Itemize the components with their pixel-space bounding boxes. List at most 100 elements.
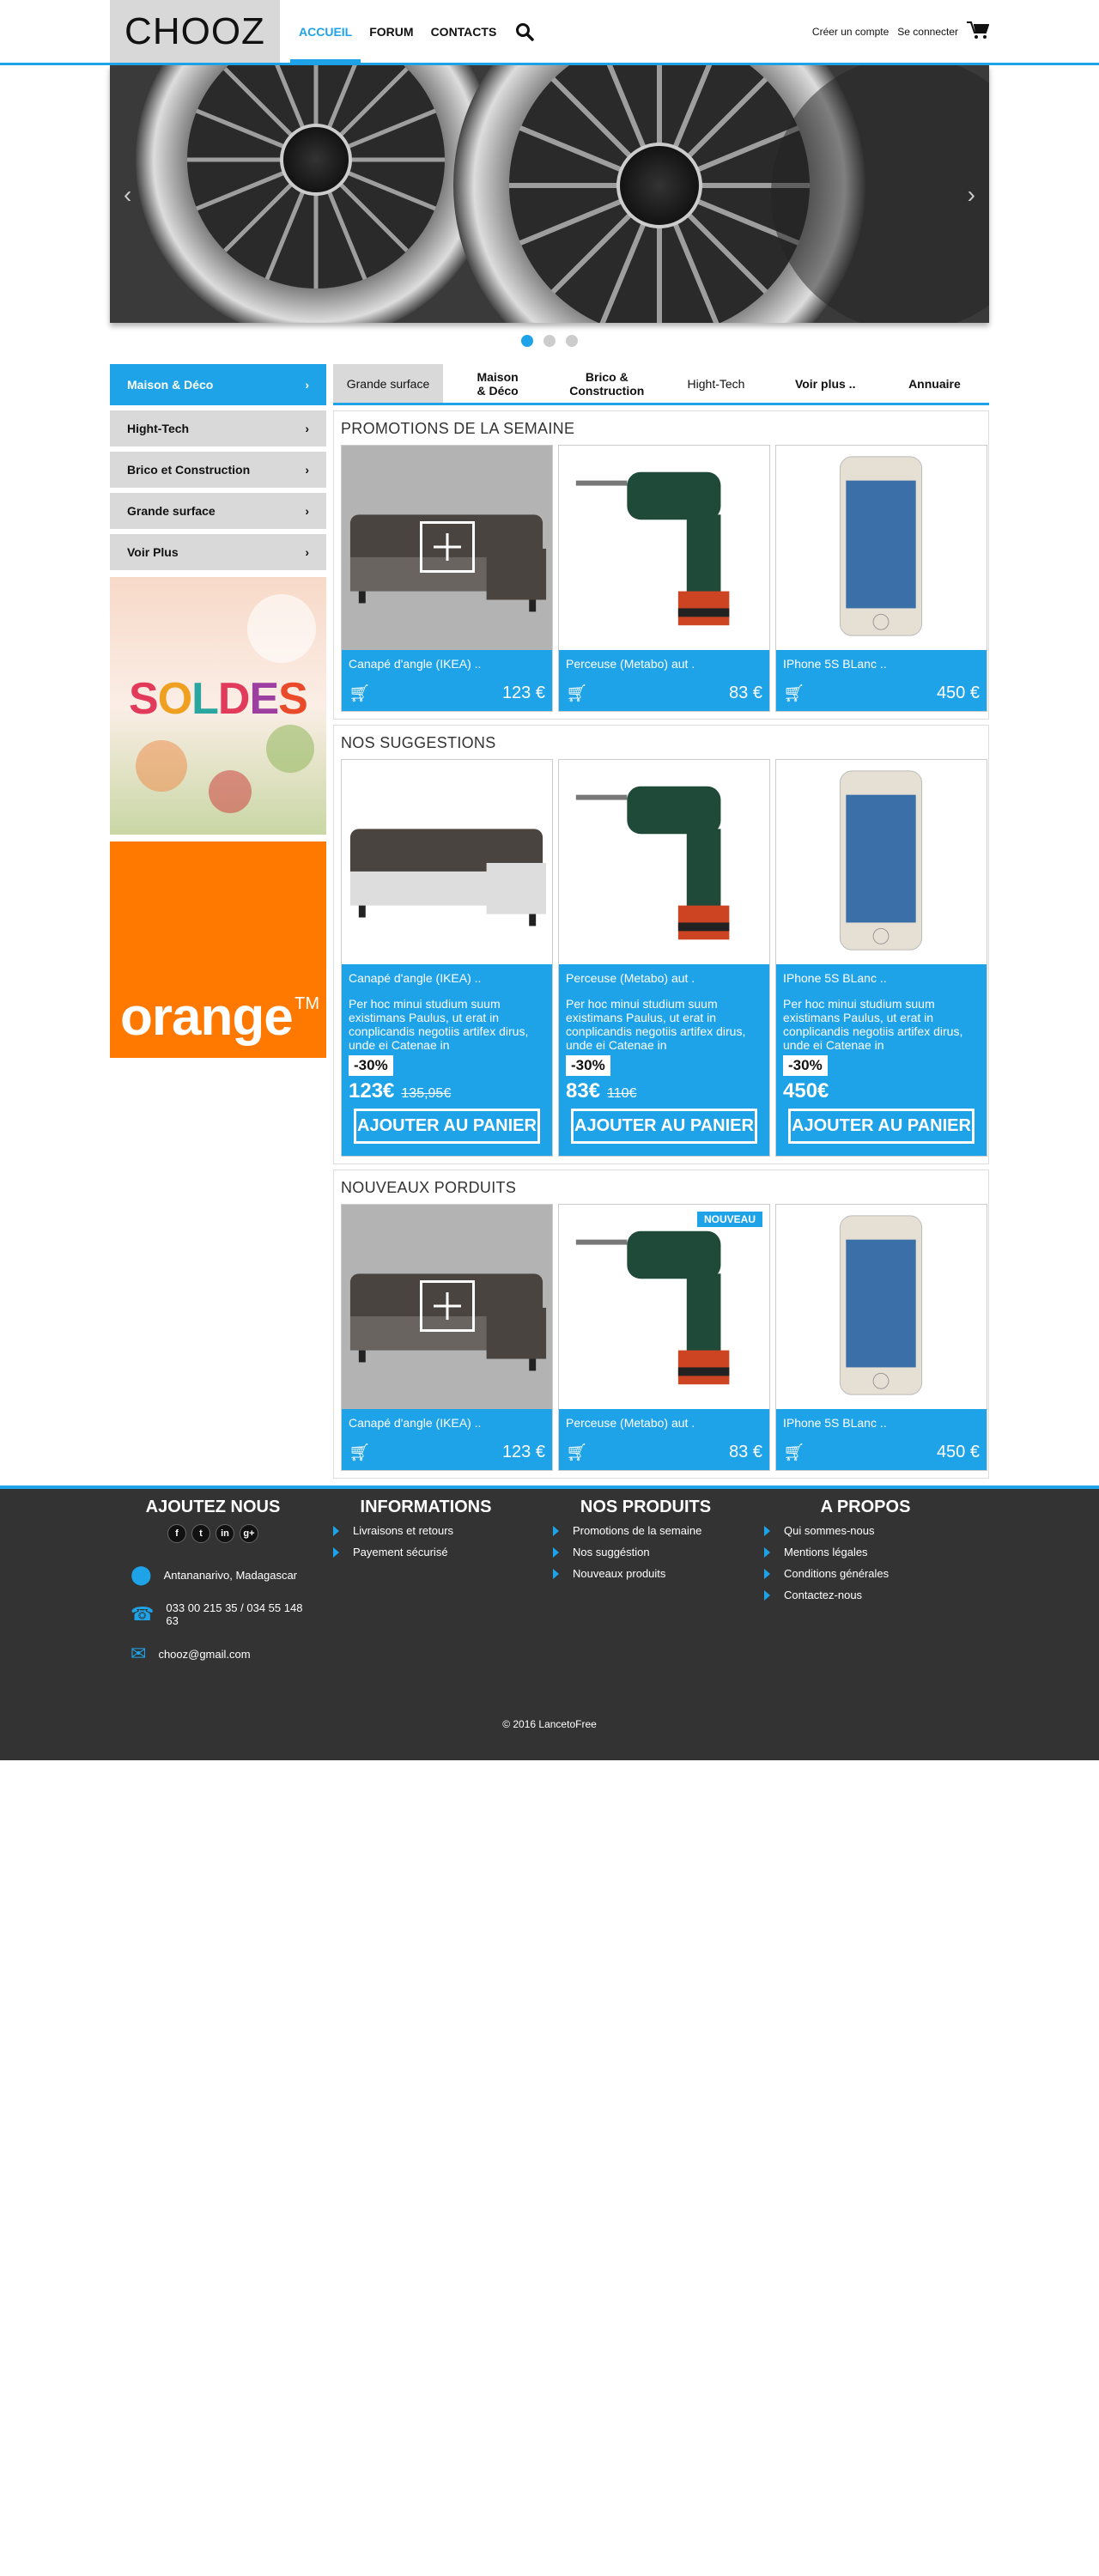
- product-price: 450 €: [936, 683, 980, 702]
- footer-link[interactable]: Mentions légales: [764, 1546, 975, 1558]
- new-badge: NOUVEAU: [696, 1212, 762, 1227]
- product-card[interactable]: Perceuse (Metabo) aut . Per hoc minui st…: [558, 759, 770, 1157]
- sofa-image: [342, 1205, 552, 1409]
- footer-link[interactable]: Payement sécurisé: [333, 1546, 536, 1558]
- slider-dot[interactable]: [566, 335, 578, 347]
- contact-phone: ☎ 033 00 215 35 / 034 55 148 63: [131, 1601, 303, 1627]
- tab-hight-tech[interactable]: Hight-Tech: [661, 364, 770, 403]
- tab-annuaire[interactable]: Annuaire: [880, 364, 989, 403]
- footer-col-ajoutez: AJOUTEZ NOUS f t in g+ ⬤ Antananarivo, Ma…: [110, 1498, 316, 1680]
- footer-link[interactable]: Livraisons et retours: [333, 1524, 536, 1537]
- trademark: TM: [294, 994, 319, 1013]
- product-description: Per hoc minui studium suum existimans Pa…: [566, 997, 746, 1052]
- cart-icon[interactable]: 🛒︎: [783, 683, 805, 704]
- category-maison-deco[interactable]: Maison & Déco ›: [110, 364, 326, 405]
- product-card[interactable]: IPhone 5S BLanc .. Per hoc minui studium…: [775, 759, 987, 1157]
- plus-icon[interactable]: [420, 521, 475, 573]
- chevron-right-icon: ›: [305, 463, 309, 477]
- cart-icon[interactable]: 🛒︎: [566, 683, 587, 704]
- product-price: 123 €: [501, 1443, 545, 1461]
- facebook-icon[interactable]: f: [167, 1524, 186, 1543]
- nav-forum[interactable]: FORUM: [361, 0, 422, 63]
- product-card[interactable]: Canapé d'angle (IKEA) .. 🛒︎ 123 €: [341, 445, 553, 712]
- slider-prev-arrow[interactable]: ‹: [124, 181, 131, 209]
- footer-col-apropos: A PROPOS Qui sommes-nous Mentions légale…: [756, 1498, 975, 1680]
- add-to-cart-button[interactable]: AJOUTER AU PANIER: [788, 1109, 975, 1144]
- linkedin-icon[interactable]: in: [216, 1524, 234, 1543]
- category-grande-surface[interactable]: Grande surface ›: [110, 493, 326, 529]
- slider-dot[interactable]: [521, 335, 533, 347]
- chevron-right-icon: ›: [305, 422, 309, 435]
- envelope-icon: ✉: [131, 1643, 147, 1664]
- orange-ad[interactable]: orange TM: [110, 841, 326, 1058]
- iphone-image: [776, 760, 987, 964]
- product-card[interactable]: Canapé d'angle (IKEA) .. 🛒︎ 123 €: [341, 1204, 553, 1471]
- footer-link[interactable]: Promotions de la semaine: [553, 1524, 756, 1537]
- add-to-cart-button[interactable]: AJOUTER AU PANIER: [571, 1109, 757, 1144]
- sofa-image: [342, 446, 552, 650]
- nouveaux-section: NOUVEAUX PORDUITS Canapé d'angle (IKEA) …: [333, 1170, 989, 1479]
- category-tabs: Grande surface Maison & Déco Brico & Con…: [333, 364, 989, 405]
- product-description: Per hoc minui studium suum existimans Pa…: [349, 997, 529, 1052]
- product-card[interactable]: NOUVEAU Perceuse (Metabo) aut . 🛒︎ 83 €: [558, 1204, 770, 1471]
- login-link[interactable]: Se connecter: [897, 26, 958, 38]
- main-nav: ACCUEIL FORUM CONTACTS: [290, 0, 505, 63]
- logo[interactable]: CHOOZ: [110, 0, 280, 63]
- twitter-icon[interactable]: t: [191, 1524, 210, 1543]
- header: CHOOZ ACCUEIL FORUM CONTACTS Créer un co…: [0, 0, 1099, 65]
- drill-image: [559, 760, 769, 964]
- google-plus-icon[interactable]: g+: [240, 1524, 258, 1543]
- product-card[interactable]: Perceuse (Metabo) aut . 🛒︎ 83 €: [558, 445, 770, 712]
- cart-icon[interactable]: 🛒︎: [783, 1442, 805, 1463]
- discount-badge: -30%: [349, 1055, 393, 1076]
- cart-icon[interactable]: [967, 21, 990, 42]
- chevron-right-icon: ›: [305, 378, 309, 392]
- category-voir-plus[interactable]: Voir Plus ›: [110, 534, 326, 570]
- add-to-cart-button[interactable]: AJOUTER AU PANIER: [354, 1109, 540, 1144]
- footer-link[interactable]: Nos suggéstion: [553, 1546, 756, 1558]
- cart-icon[interactable]: 🛒︎: [566, 1442, 587, 1463]
- create-account-link[interactable]: Créer un compte: [812, 26, 889, 38]
- product-card[interactable]: IPhone 5S BLanc .. 🛒︎ 450 €: [775, 445, 987, 712]
- search-icon[interactable]: [515, 22, 535, 41]
- plus-icon[interactable]: [420, 1280, 475, 1332]
- main-content: Grande surface Maison & Déco Brico & Con…: [333, 364, 989, 1479]
- drill-image: NOUVEAU: [559, 1205, 769, 1409]
- product-card[interactable]: IPhone 5S BLanc .. 🛒︎ 450 €: [775, 1204, 987, 1471]
- sofa-image: [342, 760, 552, 964]
- tab-brico[interactable]: Brico & Construction: [552, 364, 661, 403]
- category-hight-tech[interactable]: Hight-Tech ›: [110, 410, 326, 447]
- orange-logo-text: orange: [120, 987, 294, 1047]
- soldes-ad[interactable]: SOLDES: [110, 577, 326, 835]
- tab-grande-surface[interactable]: Grande surface: [333, 364, 443, 403]
- tab-maison-deco[interactable]: Maison & Déco: [443, 364, 552, 403]
- footer-heading: AJOUTEZ NOUS: [145, 1498, 281, 1516]
- nav-accueil[interactable]: ACCUEIL: [290, 0, 361, 63]
- sidebar: Maison & Déco › Hight-Tech › Brico et Cons…: [110, 364, 326, 1479]
- hero-slider: ‹ ›: [110, 65, 989, 323]
- category-brico[interactable]: Brico et Construction ›: [110, 452, 326, 488]
- product-name: Perceuse (Metabo) aut .: [566, 971, 695, 985]
- nav-contacts[interactable]: CONTACTS: [422, 0, 506, 63]
- footer-link[interactable]: Conditions générales: [764, 1567, 975, 1580]
- product-price: 450 €: [936, 1443, 980, 1461]
- chevron-right-icon: ›: [305, 504, 309, 518]
- slider-next-arrow[interactable]: ›: [968, 181, 975, 209]
- footer-link[interactable]: Qui sommes-nous: [764, 1524, 975, 1537]
- old-price: 110€: [607, 1086, 637, 1101]
- contact-address: ⬤ Antananarivo, Madagascar: [131, 1564, 297, 1585]
- footer-link[interactable]: Contactez-nous: [764, 1589, 975, 1601]
- slider-dot[interactable]: [543, 335, 556, 347]
- product-price: 83 €: [729, 683, 762, 702]
- tab-voir-plus[interactable]: Voir plus ..: [771, 364, 880, 403]
- product-name: IPhone 5S BLanc ..: [783, 971, 887, 985]
- footer-link[interactable]: Nouveaux produits: [553, 1567, 756, 1580]
- copyright: © 2016 LancetoFree: [502, 1718, 597, 1730]
- iphone-image: [776, 1205, 987, 1409]
- product-price: 123 €: [501, 683, 545, 702]
- product-card[interactable]: Canapé d'angle (IKEA) .. Per hoc minui s…: [341, 759, 553, 1157]
- location-pin-icon: ⬤: [131, 1564, 152, 1585]
- cart-icon[interactable]: 🛒︎: [349, 683, 370, 704]
- product-description: Per hoc minui studium suum existimans Pa…: [783, 997, 963, 1052]
- cart-icon[interactable]: 🛒︎: [349, 1442, 370, 1463]
